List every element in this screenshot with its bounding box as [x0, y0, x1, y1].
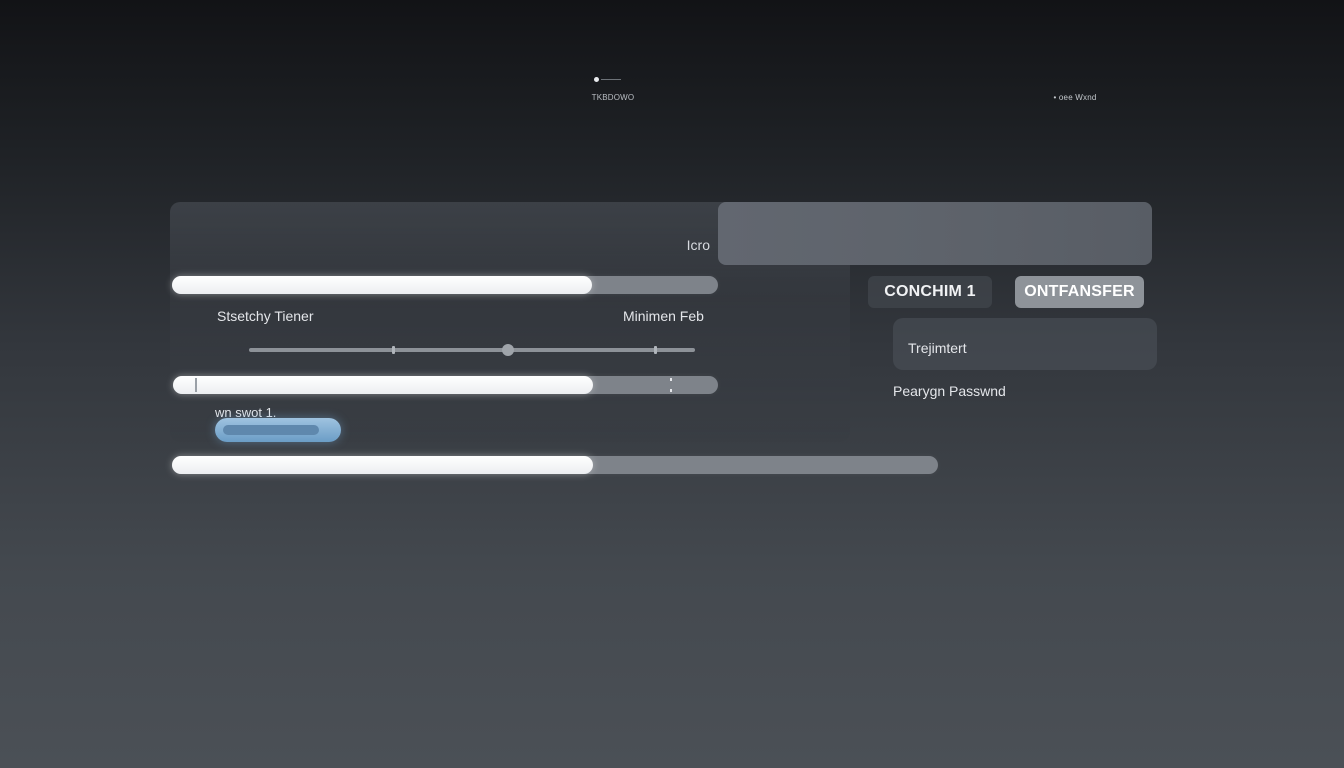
top-caption: TKBDOWO	[591, 93, 635, 102]
indicator-line	[601, 79, 621, 80]
slider-mark	[392, 346, 395, 354]
slider-mark	[654, 346, 657, 354]
input-label: Trejimtert	[908, 340, 967, 356]
toggle-pill-inner	[223, 425, 319, 435]
page-indicator	[594, 76, 622, 84]
slider-track[interactable]	[249, 344, 695, 356]
transfer-button[interactable]: ONTFANSFER	[1015, 276, 1144, 308]
bar-notch	[195, 378, 197, 392]
left-setting-label: Stsetchy Tiener	[217, 308, 314, 324]
progress-bar-2[interactable]	[173, 376, 718, 394]
password-label: Pearygn Passwnd	[893, 383, 1006, 399]
bar-tick	[670, 389, 672, 392]
top-caption-right: • oee Wxnd	[1053, 93, 1097, 102]
progress-fill-2	[173, 376, 593, 394]
progress-bar-3[interactable]	[172, 456, 938, 474]
confirm-button[interactable]: CONCHIM 1	[868, 276, 992, 308]
right-setting-label: Minimen Feb	[623, 308, 704, 324]
indicator-dot	[594, 77, 599, 82]
toggle-pill[interactable]	[215, 418, 341, 442]
progress-fill-3	[172, 456, 594, 474]
slider-knob[interactable]	[501, 344, 514, 356]
right-header-block	[718, 202, 1152, 265]
panel-header-label: Icro	[686, 237, 710, 253]
progress-bar-1[interactable]	[172, 276, 718, 294]
bar-tick	[670, 378, 672, 381]
progress-fill-1	[172, 276, 593, 294]
